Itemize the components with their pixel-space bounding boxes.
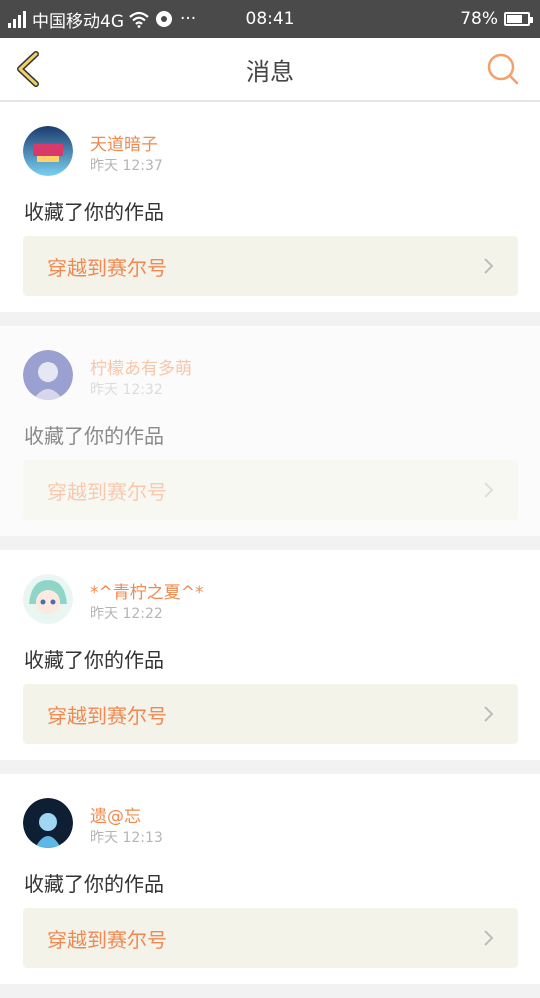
status-right: 78% <box>460 0 533 38</box>
username[interactable]: 遗@忘 <box>90 802 141 827</box>
chevron-right-icon <box>484 482 494 498</box>
action-text: 收藏了你的作品 <box>24 872 164 896</box>
chevron-right-icon <box>484 258 494 274</box>
action-text: 收藏了你的作品 <box>24 648 164 672</box>
header: 消息 <box>0 38 540 102</box>
work-link[interactable]: 穿越到赛尔号 <box>23 684 518 744</box>
username[interactable]: *^青柠之夏^* <box>90 578 204 603</box>
action-text: 收藏了你的作品 <box>24 424 164 448</box>
timestamp: 昨天 12:37 <box>90 158 163 174</box>
message-card: *^青柠之夏^* 昨天 12:22 收藏了你的作品 穿越到赛尔号 <box>0 550 540 760</box>
battery-fill <box>507 15 523 23</box>
username[interactable]: 天道暗子 <box>90 130 158 155</box>
action-text: 收藏了你的作品 <box>24 200 164 224</box>
work-link[interactable]: 穿越到赛尔号 <box>23 236 518 296</box>
message-card: 柠檬あ有多萌 昨天 12:32 收藏了你的作品 穿越到赛尔号 <box>0 326 540 536</box>
work-link[interactable]: 穿越到赛尔号 <box>23 908 518 968</box>
message-card: 天道暗子 昨天 12:37 收藏了你的作品 穿越到赛尔号 <box>0 102 540 312</box>
search-icon[interactable] <box>486 52 520 86</box>
page-title: 消息 <box>246 57 294 86</box>
avatar[interactable] <box>23 798 73 848</box>
avatar[interactable] <box>23 126 73 176</box>
avatar[interactable] <box>23 350 73 400</box>
timestamp: 昨天 12:32 <box>90 382 163 398</box>
message-list: 天道暗子 昨天 12:37 收藏了你的作品 穿越到赛尔号 柠檬あ有多萌 昨天 1… <box>0 102 540 998</box>
work-title: 穿越到赛尔号 <box>47 703 167 728</box>
battery-icon <box>504 12 533 26</box>
battery-percent: 78% <box>460 9 498 29</box>
timestamp: 昨天 12:13 <box>90 830 163 846</box>
status-bar: 中国移动4G ··· 08:41 78% <box>0 0 540 38</box>
status-time: 08:41 <box>245 9 295 29</box>
work-link[interactable]: 穿越到赛尔号 <box>23 460 518 520</box>
chevron-right-icon <box>484 706 494 722</box>
work-title: 穿越到赛尔号 <box>47 927 167 952</box>
chevron-right-icon <box>484 930 494 946</box>
work-title: 穿越到赛尔号 <box>47 255 167 280</box>
work-title: 穿越到赛尔号 <box>47 479 167 504</box>
avatar[interactable] <box>23 574 73 624</box>
message-card: 遗@忘 昨天 12:13 收藏了你的作品 穿越到赛尔号 <box>0 774 540 984</box>
username[interactable]: 柠檬あ有多萌 <box>90 354 192 379</box>
timestamp: 昨天 12:22 <box>90 606 163 622</box>
